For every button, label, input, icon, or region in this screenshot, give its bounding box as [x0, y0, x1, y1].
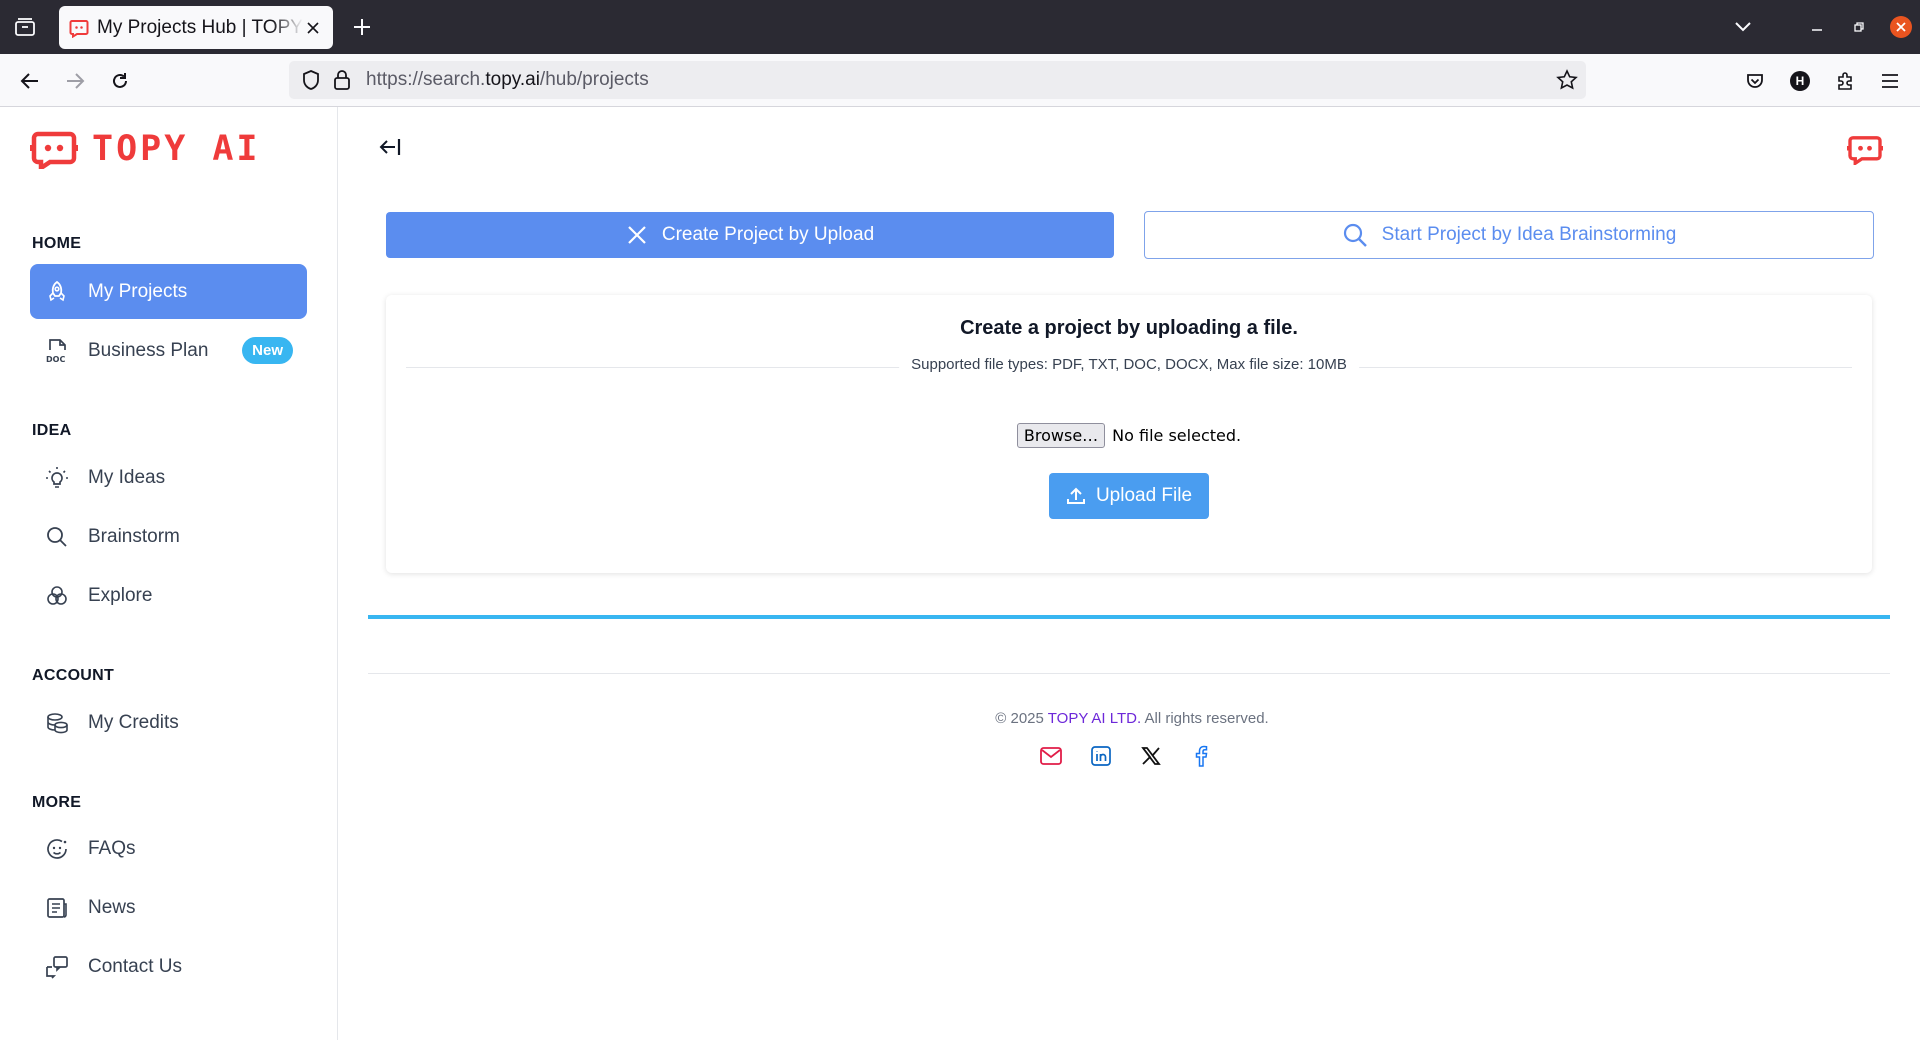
sidebar-item-label: News: [88, 896, 136, 918]
file-input: Browse… No file selected.: [386, 423, 1872, 448]
sidebar: TOPY AI HOME My Projects DOC Business Pl…: [0, 107, 338, 1040]
logo[interactable]: TOPY AI: [30, 129, 261, 169]
new-tab-icon[interactable]: [350, 15, 374, 39]
pocket-icon[interactable]: [1742, 68, 1768, 94]
mail-icon[interactable]: [1040, 745, 1062, 767]
sidebar-item-label: FAQs: [88, 837, 136, 859]
supported-file-types: Supported file types: PDF, TXT, DOC, DOC…: [899, 356, 1359, 373]
svg-text:DOC: DOC: [46, 355, 65, 364]
footer-divider: [368, 673, 1890, 674]
sidebar-item-my-projects[interactable]: My Projects: [30, 264, 307, 319]
tab-title: My Projects Hub | TOPY AI: [97, 16, 303, 38]
sidebar-item-label: My Projects: [88, 280, 188, 302]
lock-icon[interactable]: [333, 69, 351, 91]
main-content: Create Project by Upload Start Project b…: [338, 107, 1920, 1040]
create-project-by-upload-button[interactable]: Create Project by Upload: [386, 212, 1114, 258]
url-text[interactable]: https://search.topy.ai/hub/projects: [366, 69, 649, 91]
close-tab-icon[interactable]: [303, 18, 323, 38]
section-title-home: HOME: [32, 235, 82, 252]
sidebar-item-my-credits[interactable]: My Credits: [30, 695, 307, 750]
button-label: Create Project by Upload: [661, 224, 875, 245]
rocket-icon: [44, 279, 70, 305]
sidebar-item-news[interactable]: News: [30, 880, 307, 935]
network-icon: [44, 583, 70, 609]
forward-icon[interactable]: [62, 68, 88, 94]
section-title-account: ACCOUNT: [32, 667, 115, 684]
button-label: Start Project by Idea Brainstorming: [1381, 224, 1677, 245]
sidebar-item-label: My Credits: [88, 711, 179, 733]
close-window-icon[interactable]: [1889, 15, 1913, 39]
upload-icon: [1066, 487, 1085, 504]
page: TOPY AI HOME My Projects DOC Business Pl…: [0, 107, 1920, 1040]
x-icon[interactable]: [1140, 745, 1162, 767]
file-status: No file selected.: [1112, 426, 1242, 445]
menu-icon[interactable]: [1877, 68, 1903, 94]
linkedin-icon[interactable]: [1090, 745, 1112, 767]
collapse-sidebar-icon[interactable]: [377, 135, 405, 159]
company-link[interactable]: TOPY AI LTD.: [1048, 710, 1141, 727]
topy-favicon-icon: [69, 18, 89, 38]
shield-icon[interactable]: [301, 69, 321, 91]
start-project-brainstorming-button[interactable]: Start Project by Idea Brainstorming: [1144, 211, 1874, 259]
news-icon: [44, 895, 70, 921]
sidebar-item-label: Business Plan: [88, 339, 209, 361]
section-title-idea: IDEA: [32, 422, 72, 439]
sidebar-item-label: Brainstorm: [88, 525, 180, 547]
sidebar-item-label: Contact Us: [88, 955, 182, 977]
search-icon: [44, 524, 70, 550]
extensions-icon[interactable]: [1832, 68, 1858, 94]
minimize-icon[interactable]: [1805, 15, 1829, 39]
bookmark-star-icon[interactable]: [1556, 69, 1578, 91]
browse-button[interactable]: Browse…: [1016, 423, 1106, 448]
upload-file-button[interactable]: Upload File: [1049, 473, 1209, 519]
search-icon: [1343, 223, 1367, 247]
sidebar-item-brainstorm[interactable]: Brainstorm: [30, 509, 307, 564]
browser-navbar: https://search.topy.ai/hub/projects H: [0, 54, 1920, 107]
sidebar-item-my-ideas[interactable]: My Ideas: [30, 450, 307, 505]
sidebar-item-explore[interactable]: Explore: [30, 568, 307, 623]
faq-icon: [44, 836, 70, 862]
browser-tabbar: My Projects Hub | TOPY AI: [0, 0, 1920, 54]
topy-brand-icon[interactable]: [1847, 133, 1883, 165]
contact-icon: [44, 954, 70, 980]
profile-avatar-icon[interactable]: H: [1787, 68, 1813, 94]
logo-text: TOPY AI: [92, 129, 261, 169]
section-title-more: MORE: [32, 794, 82, 811]
restore-icon[interactable]: [1847, 15, 1871, 39]
lightbulb-icon: [44, 465, 70, 491]
close-icon: [628, 226, 646, 244]
sidebar-item-label: My Ideas: [88, 466, 166, 488]
progress-bar: [368, 615, 1890, 619]
list-all-tabs-icon[interactable]: [1731, 15, 1755, 39]
new-badge: New: [242, 337, 293, 364]
upload-card: Create a project by uploading a file. Su…: [386, 295, 1872, 573]
browser-tab[interactable]: My Projects Hub | TOPY AI: [59, 6, 333, 49]
button-label: Upload File: [1095, 485, 1193, 506]
sidebar-item-contact-us[interactable]: Contact Us: [30, 939, 307, 994]
facebook-icon[interactable]: [1190, 745, 1212, 767]
card-title: Create a project by uploading a file.: [960, 317, 1298, 339]
sidebar-item-label: Explore: [88, 584, 153, 606]
tab-list-icon[interactable]: [12, 14, 38, 40]
coins-icon: [44, 710, 70, 736]
topy-logo-icon: [30, 131, 78, 169]
copyright: © 2025 TOPY AI LTD. All rights reserved.: [995, 710, 1269, 727]
reload-icon[interactable]: [107, 68, 133, 94]
social-links: [1040, 745, 1240, 767]
url-bar[interactable]: https://search.topy.ai/hub/projects: [289, 61, 1586, 99]
doc-file-icon: DOC: [44, 338, 70, 364]
sidebar-item-faqs[interactable]: FAQs: [30, 821, 307, 876]
back-icon[interactable]: [17, 68, 43, 94]
sidebar-item-business-plan[interactable]: DOC Business Plan New: [30, 323, 307, 378]
